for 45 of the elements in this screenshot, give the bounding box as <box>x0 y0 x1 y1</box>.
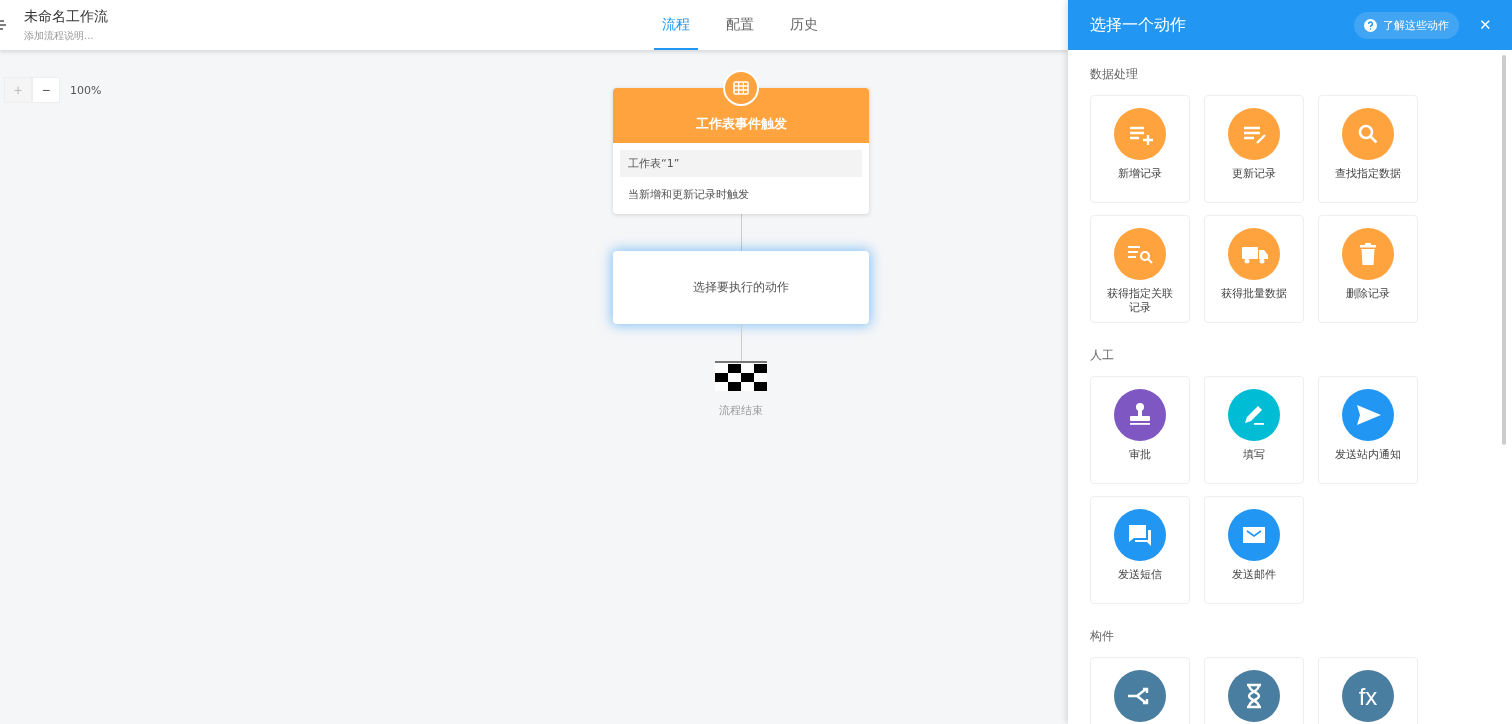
scrollbar-thumb[interactable] <box>1502 55 1506 445</box>
action-label: 删除记录 <box>1345 287 1391 302</box>
action-label: 新增记录 <box>1117 167 1163 182</box>
tab[interactable]: 配置 <box>718 2 762 50</box>
action-card[interactable]: 删除记录 <box>1318 215 1418 323</box>
action-card[interactable]: 填写 <box>1204 376 1304 484</box>
action-card[interactable]: 获得指定关联记录 <box>1090 215 1190 323</box>
action-card[interactable]: fx <box>1318 657 1418 724</box>
trigger-title: 工作表事件触发 <box>695 115 787 133</box>
menu-icon[interactable] <box>0 18 6 32</box>
trigger-condition: 当新增和更新记录时触发 <box>627 187 750 202</box>
action-card[interactable]: 发送邮件 <box>1204 496 1304 604</box>
action-label: 审批 <box>1128 448 1152 463</box>
trigger-node[interactable]: 工作表事件触发 工作表“1” 当新增和更新记录时触发 <box>613 88 869 214</box>
action-label: 填写 <box>1242 448 1266 463</box>
action-card[interactable]: 新增记录 <box>1090 95 1190 203</box>
action-node[interactable]: 选择要执行的动作 <box>613 251 869 324</box>
action-label: 获得指定关联记录 <box>1106 287 1174 316</box>
action-label: 更新记录 <box>1231 167 1277 182</box>
action-label: 发送邮件 <box>1231 568 1277 583</box>
action-label: 获得批量数据 <box>1220 287 1288 302</box>
table-icon <box>723 70 759 106</box>
action-label: 发送短信 <box>1117 568 1163 583</box>
sheet-name: 工作表“1” <box>620 150 862 177</box>
zoom-out-button[interactable]: − <box>32 77 60 103</box>
section-title: 构件 <box>1090 628 1115 645</box>
end-label: 流程结束 <box>719 403 763 418</box>
formula-icon: fx <box>1342 670 1394 722</box>
section-title: 数据处理 <box>1090 66 1139 83</box>
action-card[interactable]: 发送短信 <box>1090 496 1190 604</box>
help-icon <box>1364 18 1377 32</box>
zoom-level: 100% <box>70 83 102 97</box>
action-card[interactable]: 查找指定数据 <box>1318 95 1418 203</box>
action-card[interactable]: 发送站内通知 <box>1318 376 1418 484</box>
section-title: 人工 <box>1090 347 1115 364</box>
action-card[interactable]: 获得批量数据 <box>1204 215 1304 323</box>
action-label: 查找指定数据 <box>1334 167 1402 182</box>
action-card[interactable]: 更新记录 <box>1204 95 1304 203</box>
panel-title: 选择一个动作 <box>1090 14 1187 36</box>
tab[interactable]: 历史 <box>782 2 826 50</box>
action-placeholder: 选择要执行的动作 <box>693 279 789 296</box>
action-label: 发送站内通知 <box>1334 448 1402 463</box>
workflow-title[interactable]: 未命名工作流 <box>24 7 654 26</box>
finish-flag-icon <box>715 361 767 391</box>
action-card[interactable]: 审批 <box>1090 376 1190 484</box>
